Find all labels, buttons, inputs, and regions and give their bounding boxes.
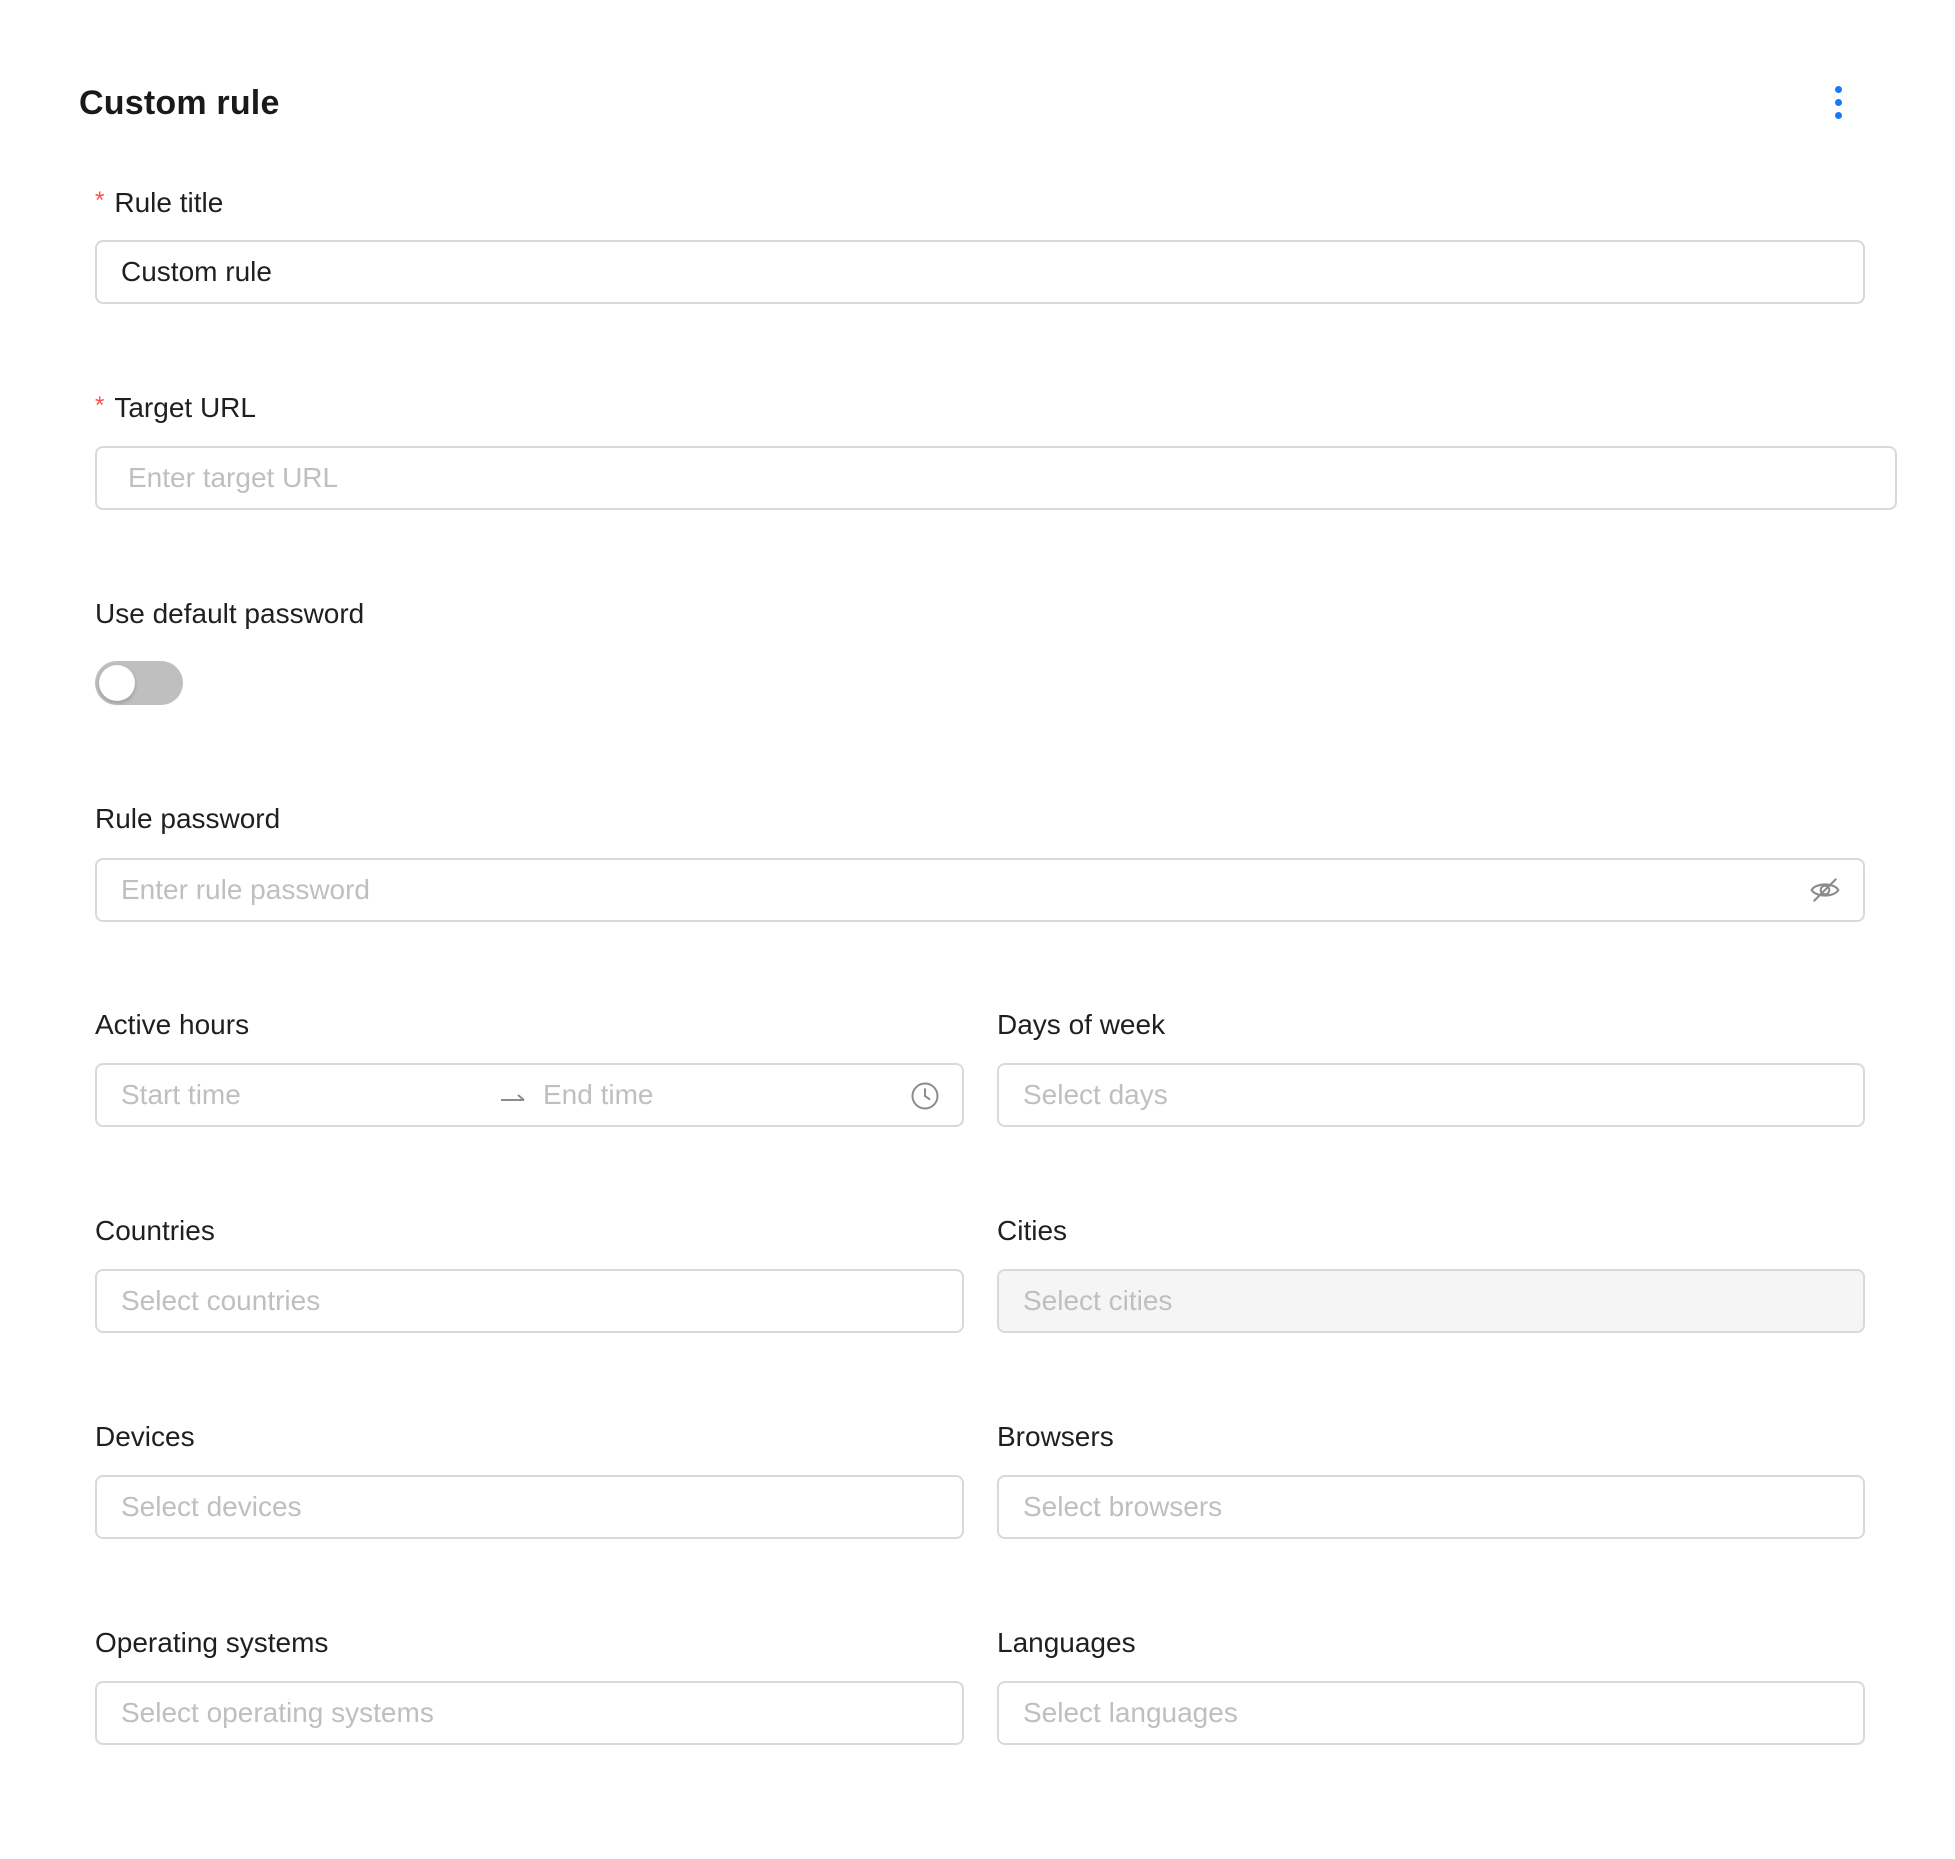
languages-placeholder: Select languages [1023, 1697, 1238, 1728]
rule-password-input[interactable]: Enter rule password [95, 858, 1865, 922]
clock-icon [911, 1082, 939, 1110]
operating-systems-placeholder: Select operating systems [121, 1697, 434, 1728]
operating-systems-select[interactable]: Select operating systems [95, 1681, 964, 1745]
use-default-password-label: Use default password [95, 598, 365, 629]
more-vertical-icon[interactable] [1826, 82, 1850, 122]
start-time-placeholder[interactable]: Start time [121, 1079, 241, 1111]
countries-label: Countries [95, 1215, 215, 1246]
rule-title-input[interactable]: Custom rule [95, 240, 1865, 304]
days-of-week-select[interactable]: Select days [997, 1063, 1865, 1127]
page-title: Custom rule [79, 84, 280, 122]
cities-label: Cities [997, 1215, 1068, 1246]
rule-title-value: Custom rule [121, 256, 272, 287]
devices-select[interactable]: Select devices [95, 1475, 964, 1539]
rule-title-label: * Rule title [95, 187, 224, 218]
target-url-label: * Target URL [95, 392, 256, 423]
cities-select: Select cities [997, 1269, 1865, 1333]
target-url-input[interactable]: Enter target URL [95, 446, 1897, 510]
countries-select[interactable]: Select countries [95, 1269, 964, 1333]
arrow-right-icon [501, 1094, 525, 1101]
eye-invisible-icon[interactable] [1809, 874, 1841, 906]
languages-select[interactable]: Select languages [997, 1681, 1865, 1745]
rule-password-label: Rule password [95, 803, 281, 834]
rule-password-placeholder: Enter rule password [121, 874, 371, 905]
toggle-knob [99, 665, 135, 701]
end-time-placeholder[interactable]: End time [543, 1079, 654, 1111]
active-hours-range-picker[interactable]: Start time End time [95, 1063, 964, 1127]
browsers-select[interactable]: Select browsers [997, 1475, 1865, 1539]
cities-placeholder: Select cities [1023, 1285, 1173, 1316]
custom-rule-card: Custom rule * Rule title Custom rule * Tar… [0, 0, 1955, 1859]
browsers-placeholder: Select browsers [1023, 1491, 1223, 1522]
days-of-week-placeholder: Select days [1023, 1079, 1168, 1110]
browsers-label: Browsers [997, 1421, 1114, 1452]
devices-label: Devices [95, 1421, 195, 1452]
use-default-password-toggle[interactable] [95, 661, 183, 705]
languages-label: Languages [997, 1627, 1136, 1658]
devices-placeholder: Select devices [121, 1491, 302, 1522]
days-of-week-label: Days of week [997, 1009, 1166, 1040]
operating-systems-label: Operating systems [95, 1627, 329, 1658]
countries-placeholder: Select countries [121, 1285, 321, 1316]
required-asterisk: * [95, 392, 105, 419]
active-hours-label: Active hours [95, 1009, 250, 1040]
required-asterisk: * [95, 187, 105, 214]
target-url-placeholder: Enter target URL [128, 462, 339, 493]
